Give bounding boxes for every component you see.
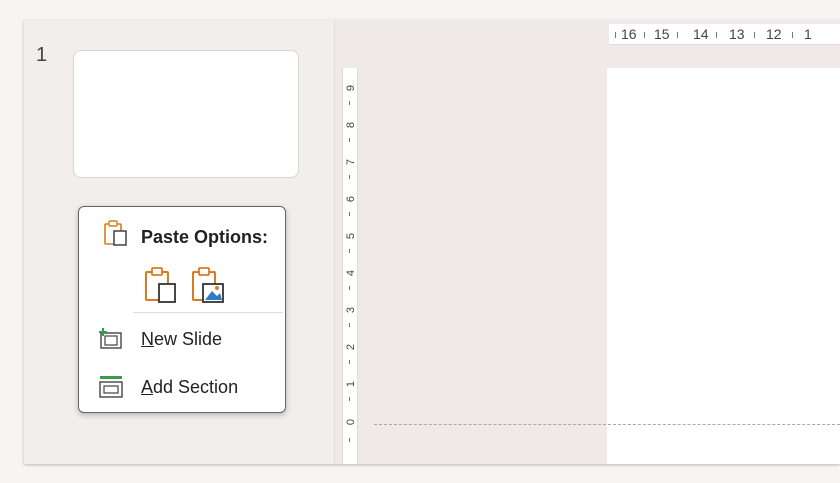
- ruler-label: 4: [345, 269, 357, 277]
- ruler-label: 12: [766, 26, 782, 42]
- slide-thumbnail[interactable]: [73, 50, 299, 178]
- new-slide-label-rest: ew Slide: [154, 329, 223, 349]
- ruler-tick: [349, 360, 350, 364]
- new-slide-mnemonic: N: [141, 329, 154, 349]
- ruler-label: 8: [345, 121, 357, 129]
- ruler-label: 1: [345, 380, 357, 388]
- ruler-label: 14: [693, 26, 709, 42]
- ruler-tick: [349, 323, 350, 327]
- paste-icon: [103, 219, 129, 252]
- ruler-tick: [716, 32, 717, 38]
- ruler-tick: [644, 32, 645, 38]
- ruler-tick: [615, 32, 616, 38]
- ruler-tick: [349, 438, 350, 442]
- ruler-tick: [349, 397, 350, 401]
- add-section-label-rest: dd Section: [153, 377, 239, 397]
- ruler-tick: [349, 212, 350, 216]
- paste-as-picture-button[interactable]: [185, 263, 229, 307]
- slide-canvas[interactable]: [607, 68, 840, 464]
- ruler-label: 7: [345, 158, 357, 166]
- drawing-guide[interactable]: [374, 424, 840, 425]
- ruler-tick: [754, 32, 755, 38]
- ruler-label: 9: [345, 84, 357, 92]
- add-section-mnemonic: A: [141, 377, 154, 397]
- ruler-tick: [349, 249, 350, 253]
- vertical-ruler[interactable]: 9 8 7 6 5 4 3 2 1 0: [342, 68, 358, 464]
- context-menu: Paste Options: New Slide Add Section: [78, 206, 286, 413]
- new-slide-label: New Slide: [141, 329, 222, 350]
- ruler-tick: [349, 286, 350, 290]
- ruler-label: 2: [345, 343, 357, 351]
- slide-number: 1: [36, 44, 48, 66]
- ruler-label: 13: [729, 26, 745, 42]
- horizontal-ruler[interactable]: 16 15 14 13 12 1: [609, 24, 840, 45]
- ruler-tick: [349, 101, 350, 105]
- ruler-label: 16: [621, 26, 637, 42]
- paste-keep-source-button[interactable]: [138, 263, 182, 307]
- ruler-tick: [349, 138, 350, 142]
- ruler-label: 1: [804, 26, 812, 42]
- ruler-label: 15: [654, 26, 670, 42]
- ruler-tick: [677, 32, 678, 38]
- menu-separator: [133, 312, 283, 313]
- add-section-label: Add Section: [141, 377, 238, 398]
- new-slide-icon: [98, 327, 124, 356]
- new-slide-menu-item[interactable]: New Slide: [80, 319, 284, 359]
- ruler-label: 5: [345, 232, 357, 240]
- ruler-label: 6: [345, 195, 357, 203]
- ruler-tick: [792, 32, 793, 38]
- picture-paste-icon: [190, 265, 226, 310]
- keep-source-formatting-icon: [143, 265, 179, 310]
- ruler-label: 3: [345, 306, 357, 314]
- ruler-label: 0: [345, 418, 357, 426]
- add-section-icon: [98, 375, 124, 404]
- paste-options-header: Paste Options:: [141, 227, 269, 247]
- add-section-menu-item[interactable]: Add Section: [80, 367, 284, 407]
- ruler-tick: [349, 175, 350, 179]
